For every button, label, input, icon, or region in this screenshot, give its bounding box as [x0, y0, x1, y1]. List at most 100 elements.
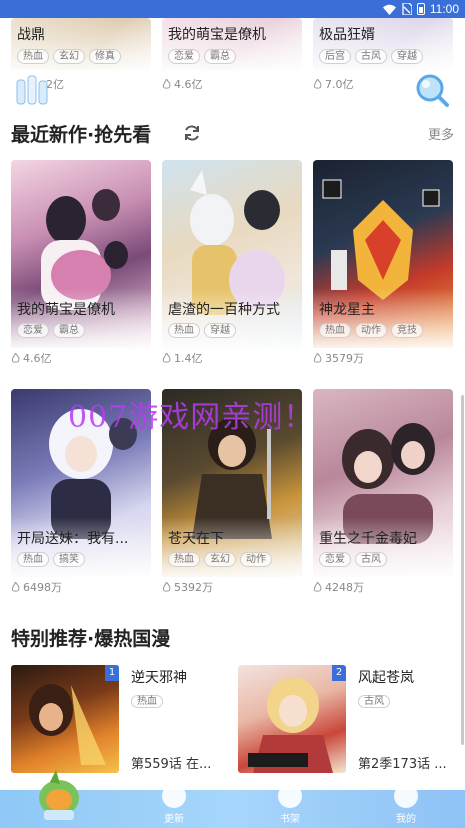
view-count: 4.6亿 [11, 350, 52, 366]
rank-badge: 2 [332, 665, 346, 681]
comic-title: 我的萌宝是僚机 [17, 302, 115, 318]
tag: 穿越 [391, 49, 423, 64]
watermark-text: 007游戏网亲测！ [68, 400, 315, 435]
comic-tags: 热血 [131, 689, 163, 708]
status-time: 11:00 [429, 2, 459, 16]
flame-icon [313, 582, 322, 592]
list-item[interactable]: 2 风起苍岚 古风 第2季173话 ... [238, 665, 458, 775]
tag: 穿越 [204, 323, 236, 338]
view-count: 5392万 [162, 579, 213, 595]
comic-tags: 热血 玄幻 动作 [168, 552, 272, 567]
tag: 霸总 [204, 49, 236, 64]
view-count-value: 6498万 [23, 581, 62, 594]
section-title-new: 最近新作·抢先看 [11, 124, 152, 146]
home-tab-mascot-icon[interactable] [36, 770, 82, 822]
status-icons: 11:00 [382, 1, 459, 17]
comic-title: 风起苍岚 [358, 670, 414, 686]
comic-card[interactable]: 虐渣的一百种方式 热血 穿越 1.4亿 [162, 160, 302, 365]
comic-tags: 恋爱 古风 [319, 552, 387, 567]
tag: 热血 [319, 323, 351, 338]
tag: 动作 [355, 323, 387, 338]
list-item[interactable]: 1 逆天邪神 热血 第559话 在... [11, 665, 231, 775]
tag: 恋爱 [168, 49, 200, 64]
comic-title: 神龙星主 [319, 302, 375, 318]
tag: 古风 [355, 552, 387, 567]
tag: 恋爱 [17, 323, 49, 338]
comic-card[interactable]: 神龙星主 热血 动作 竞技 3579万 [313, 160, 453, 365]
tab-shelf-label: 书架 [280, 814, 300, 825]
tag: 动作 [240, 552, 272, 567]
tab-mine-label: 我的 [396, 814, 416, 825]
view-count: 1.4亿 [162, 350, 203, 366]
wifi-icon [382, 4, 396, 15]
comic-tags: 后宫 古风 穿越 [319, 49, 423, 64]
tab-mine[interactable]: 我的 [376, 784, 436, 828]
latest-chapter: 第2季173话 ... [358, 757, 447, 772]
view-count: 3579万 [313, 350, 364, 366]
comic-tags: 古风 [358, 689, 390, 708]
comic-title: 逆天邪神 [131, 670, 187, 686]
tag: 古风 [355, 49, 387, 64]
cover-art [29, 684, 106, 765]
view-count: 4.6亿 [162, 76, 203, 92]
view-count: 7.0亿 [313, 76, 354, 92]
section-title-hot: 特别推荐·爆热国漫 [11, 628, 171, 650]
search-icon[interactable] [414, 72, 450, 108]
tag: 玄幻 [53, 49, 85, 64]
comic-tags: 热血 穿越 [168, 323, 236, 338]
comic-tags: 热血 玄幻 修真 [17, 49, 121, 64]
refresh-icon[interactable] [182, 123, 202, 143]
more-link[interactable]: 更多 [428, 124, 454, 143]
comic-title: 我的萌宝是僚机 [168, 27, 266, 43]
comic-tags: 恋爱 霸总 [168, 49, 236, 64]
tag: 后宫 [319, 49, 351, 64]
view-count-value: 4248万 [325, 581, 364, 594]
battery-icon [416, 3, 425, 15]
flame-icon [162, 79, 171, 89]
rank-badge: 1 [105, 665, 119, 681]
flame-icon [313, 353, 322, 363]
scrollbar[interactable] [461, 395, 464, 745]
tag: 玄幻 [204, 552, 236, 567]
view-count: 4248万 [313, 579, 364, 595]
comic-card[interactable]: 重生之千金毒妃 恋爱 古风 4248万 [313, 389, 453, 594]
comic-title: 极品狂婿 [319, 27, 375, 43]
comic-cover[interactable] [313, 389, 453, 577]
comic-title: 开局送妹：我有... [17, 531, 129, 547]
comic-title: 苍天在下 [168, 531, 224, 547]
comic-cover[interactable] [162, 160, 302, 348]
tab-shelf[interactable]: 书架 [260, 784, 320, 828]
no-sim-icon [402, 3, 412, 15]
comic-title: 战鼎 [17, 27, 45, 43]
tag: 古风 [358, 695, 390, 708]
tag: 热血 [17, 49, 49, 64]
tag: 竞技 [391, 323, 423, 338]
update-icon [162, 784, 186, 808]
tag: 热血 [168, 552, 200, 567]
view-count-value: 5392万 [174, 581, 213, 594]
comic-cover[interactable]: 2 [238, 665, 346, 773]
comic-card[interactable]: 我的萌宝是僚机 恋爱 霸总 4.6亿 [162, 18, 302, 93]
view-count-value: 4.6亿 [23, 352, 52, 365]
view-count: 6498万 [11, 579, 62, 595]
comic-cover[interactable] [11, 160, 151, 348]
comic-tags: 热血 动作 竞技 [319, 323, 423, 338]
flame-icon [162, 353, 171, 363]
flame-icon [11, 582, 20, 592]
comic-cover[interactable]: 1 [11, 665, 119, 773]
tag: 恋爱 [319, 552, 351, 567]
status-bar: 11:00 [0, 0, 465, 18]
comic-cover[interactable] [313, 160, 453, 348]
tag: 热血 [17, 552, 49, 567]
view-count-value: 3579万 [325, 352, 364, 365]
comic-tags: 热血 搞笑 [17, 552, 85, 567]
view-count-value: 4.6亿 [174, 78, 203, 91]
view-count-value: 7.0亿 [325, 78, 354, 91]
comic-card[interactable]: 我的萌宝是僚机 恋爱 霸总 4.6亿 [11, 160, 151, 365]
flame-icon [11, 353, 20, 363]
tag: 霸总 [53, 323, 85, 338]
comic-tags: 恋爱 霸总 [17, 323, 85, 338]
milk-bottles-icon[interactable] [14, 72, 50, 106]
bookshelf-icon [278, 784, 302, 808]
tab-update[interactable]: 更新 [144, 784, 204, 828]
